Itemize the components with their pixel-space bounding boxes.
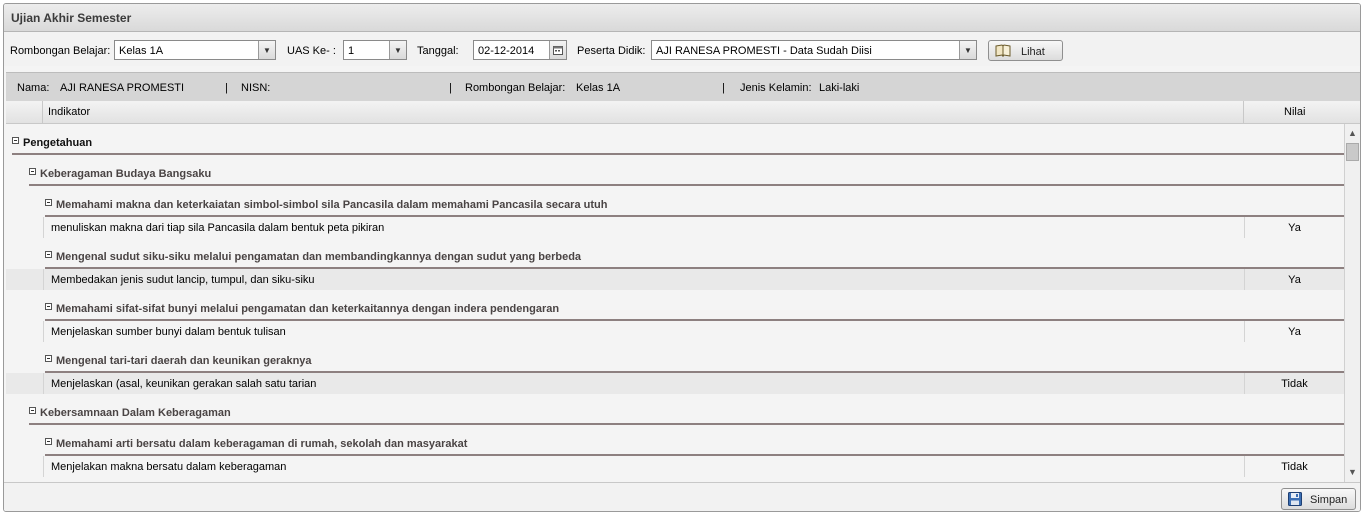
group-row-label: Pengetahuan xyxy=(23,137,93,149)
nilai-cell[interactable]: Tidak xyxy=(1244,373,1344,394)
indikator-text: menuliskan makna dari tiap sila Pancasil… xyxy=(51,222,385,234)
ujian-akhir-semester-window: Ujian Akhir Semester Rombongan Belajar: … xyxy=(3,3,1361,512)
simpan-button[interactable]: Simpan xyxy=(1281,488,1356,510)
scroll-down-icon[interactable]: ▼ xyxy=(1348,467,1357,477)
uas-select[interactable]: 1 ▼ xyxy=(343,40,407,60)
group-row-label: Keberagaman Budaya Bangsaku xyxy=(40,168,212,180)
indikator-text: Menjelaskan (asal, keunikan gerakan sala… xyxy=(51,378,317,390)
uas-select-value: 1 xyxy=(348,45,355,57)
info-separator: | xyxy=(449,82,452,94)
simpan-button-label: Simpan xyxy=(1310,494,1348,506)
collapse-icon[interactable] xyxy=(45,303,52,310)
table-row[interactable]: menuliskan makna dari tiap sila Pancasil… xyxy=(6,217,1344,238)
grid-header: Indikator Nilai xyxy=(6,101,1360,124)
table-row[interactable]: Membedakan jenis sudut lancip, tumpul, d… xyxy=(6,269,1344,290)
rombel-select-value: Kelas 1A xyxy=(119,45,164,57)
tanggal-value: 02-12-2014 xyxy=(478,45,535,57)
tanggal-label: Tanggal: xyxy=(417,45,459,57)
group-row-level-0: Pengetahuan xyxy=(6,124,1344,155)
vertical-scrollbar[interactable]: ▲ ▼ xyxy=(1344,124,1360,482)
indikator-cell: menuliskan makna dari tiap sila Pancasil… xyxy=(43,217,1243,238)
collapse-icon[interactable] xyxy=(45,199,52,206)
indikator-cell: Membedakan jenis sudut lancip, tumpul, d… xyxy=(43,269,1243,290)
nilai-cell[interactable]: Ya xyxy=(1244,321,1344,342)
indikator-text: Menjelakan makna bersatu dalam keberagam… xyxy=(51,461,287,473)
nilai-value: Ya xyxy=(1288,222,1301,234)
group-row-label: Mengenal tari-tari daerah dan keunikan g… xyxy=(56,355,312,367)
table-row[interactable]: Menjelaskan (asal, keunikan gerakan sala… xyxy=(6,373,1344,394)
group-row-level-1: Keberagaman Budaya Bangsaku xyxy=(6,155,1344,186)
indikator-text: Membedakan jenis sudut lancip, tumpul, d… xyxy=(51,274,315,286)
tanggal-date-field[interactable]: 02-12-2014 xyxy=(473,40,567,60)
nama-label: Nama: xyxy=(17,82,50,94)
table-row[interactable]: Menjelaskan sumber bunyi dalam bentuk tu… xyxy=(6,321,1344,342)
lihat-button-label: Lihat xyxy=(1021,46,1045,58)
group-row-level-2: Memahami arti bersatu dalam keberagaman … xyxy=(6,425,1344,456)
indikator-cell: Menjelaskan (asal, keunikan gerakan sala… xyxy=(43,373,1243,394)
nilai-cell[interactable]: Ya xyxy=(1244,217,1344,238)
collapse-icon[interactable] xyxy=(29,407,36,414)
indikator-cell: Menjelaskan sumber bunyi dalam bentuk tu… xyxy=(43,321,1243,342)
student-info-bar: Nama: AJI RANESA PROMESTI | NISN: | Romb… xyxy=(6,72,1360,101)
group-row-label: Kebersamnaan Dalam Keberagaman xyxy=(40,407,231,419)
filter-toolbar: Rombongan Belajar: Kelas 1A ▼ UAS Ke- : … xyxy=(4,32,1360,66)
lihat-button[interactable]: Lihat xyxy=(988,40,1063,61)
collapse-icon[interactable] xyxy=(29,168,36,175)
nilai-cell[interactable]: Ya xyxy=(1244,269,1344,290)
nilai-value: Tidak xyxy=(1281,378,1308,390)
column-header-nilai[interactable]: Nilai xyxy=(1284,106,1305,118)
chevron-down-icon[interactable]: ▼ xyxy=(959,41,976,59)
group-row-label: Memahami arti bersatu dalam keberagaman … xyxy=(56,438,468,450)
peserta-label: Peserta Didik: xyxy=(577,45,646,57)
calendar-icon[interactable] xyxy=(549,41,566,59)
group-row-label: Memahami makna dan keterkaiatan simbol-s… xyxy=(56,199,608,211)
group-row-label: Mengenal sudut siku-siku melalui pengama… xyxy=(56,251,582,263)
nilai-value: Ya xyxy=(1288,274,1301,286)
column-header-indikator[interactable]: Indikator xyxy=(48,106,90,118)
scroll-thumb[interactable] xyxy=(1346,143,1359,161)
group-row-label: Memahami sifat-sifat bunyi melalui penga… xyxy=(56,303,560,315)
collapse-icon[interactable] xyxy=(12,137,19,144)
peserta-select-value: AJI RANESA PROMESTI - Data Sudah Diisi xyxy=(656,45,872,57)
nisn-label: NISN: xyxy=(241,82,271,94)
window-footer: Simpan xyxy=(4,482,1360,511)
chevron-down-icon[interactable]: ▼ xyxy=(258,41,275,59)
group-row-level-2: Memahami sifat-sifat bunyi melalui penga… xyxy=(6,290,1344,321)
column-divider xyxy=(42,101,43,123)
nilai-value: Tidak xyxy=(1281,461,1308,473)
collapse-icon[interactable] xyxy=(45,251,52,258)
group-row-level-2: Memahami makna dan keterkaiatan simbol-s… xyxy=(6,186,1344,217)
rombel-info-label: Rombongan Belajar: xyxy=(465,82,566,94)
group-row-level-2: Mengenal tari-tari daerah dan keunikan g… xyxy=(6,342,1344,373)
window-title: Ujian Akhir Semester xyxy=(11,11,132,25)
book-icon xyxy=(995,44,1011,60)
peserta-select[interactable]: AJI RANESA PROMESTI - Data Sudah Diisi ▼ xyxy=(651,40,977,60)
nama-value: AJI RANESA PROMESTI xyxy=(60,82,185,94)
column-divider xyxy=(1243,101,1244,123)
group-row-level-1: Kebersamnaan Dalam Keberagaman xyxy=(6,394,1344,425)
window-titlebar: Ujian Akhir Semester xyxy=(4,4,1360,32)
uas-label: UAS Ke- : xyxy=(287,45,336,57)
info-separator: | xyxy=(722,82,725,94)
table-row[interactable]: Menjelakan makna bersatu dalam keberagam… xyxy=(6,456,1344,477)
nilai-cell[interactable]: Tidak xyxy=(1244,456,1344,477)
collapse-icon[interactable] xyxy=(45,438,52,445)
chevron-down-icon[interactable]: ▼ xyxy=(389,41,406,59)
rombel-select[interactable]: Kelas 1A ▼ xyxy=(114,40,276,60)
rombel-info-value: Kelas 1A xyxy=(576,82,621,94)
group-row-level-2: Mengenal sudut siku-siku melalui pengama… xyxy=(6,238,1344,269)
jenis-kelamin-value: Laki-laki xyxy=(819,82,860,94)
indikator-cell: Menjelakan makna bersatu dalam keberagam… xyxy=(43,456,1243,477)
info-separator: | xyxy=(225,82,228,94)
indikator-text: Menjelaskan sumber bunyi dalam bentuk tu… xyxy=(51,326,286,338)
rombel-label: Rombongan Belajar: xyxy=(10,45,111,57)
nilai-value: Ya xyxy=(1288,326,1301,338)
scroll-up-icon[interactable]: ▲ xyxy=(1348,128,1357,138)
collapse-icon[interactable] xyxy=(45,355,52,362)
floppy-disk-icon xyxy=(1288,492,1302,509)
jenis-kelamin-label: Jenis Kelamin: xyxy=(740,82,812,94)
grid-body: Pengetahuan Keberagaman Budaya Bangsaku Me… xyxy=(6,124,1344,482)
